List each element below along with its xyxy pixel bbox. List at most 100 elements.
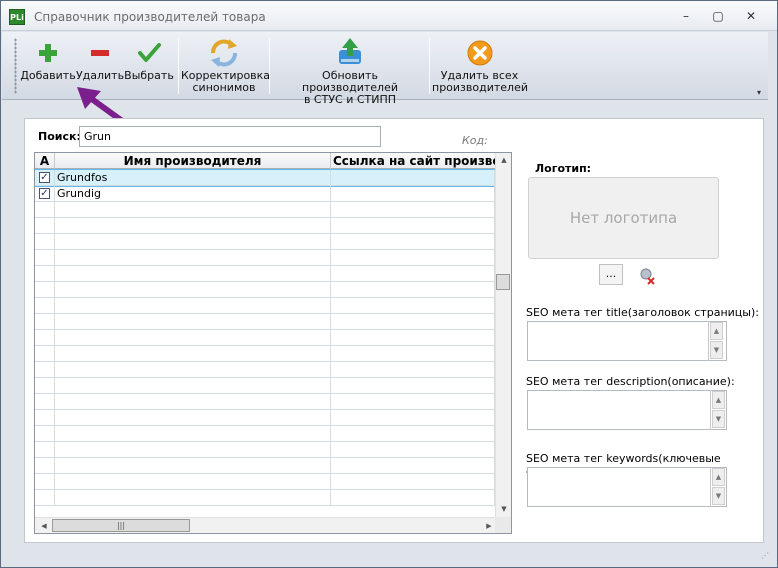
row-check-cell[interactable]: [35, 282, 55, 297]
row-check-cell[interactable]: [35, 426, 55, 441]
resize-grip-icon[interactable]: ⋰: [761, 551, 771, 561]
row-name-cell[interactable]: [55, 378, 331, 393]
row-check-cell[interactable]: [35, 218, 55, 233]
browse-logo-button[interactable]: ...: [599, 264, 623, 285]
table-row[interactable]: [35, 250, 495, 266]
row-url-cell[interactable]: [331, 234, 495, 249]
search-input[interactable]: [79, 126, 381, 147]
grid-vertical-scrollbar[interactable]: ▲ ▼: [495, 153, 511, 517]
add-button[interactable]: Добавить: [19, 34, 77, 98]
row-name-cell[interactable]: [55, 394, 331, 409]
column-header-url[interactable]: Ссылка на сайт производителя: [331, 153, 497, 169]
row-url-cell[interactable]: [331, 170, 495, 185]
row-url-cell[interactable]: [331, 186, 495, 201]
seo-description-field[interactable]: [527, 390, 727, 430]
row-url-cell[interactable]: [331, 394, 495, 409]
row-url-cell[interactable]: [331, 426, 495, 441]
row-check-cell[interactable]: [35, 378, 55, 393]
row-url-cell[interactable]: [331, 474, 495, 489]
table-row[interactable]: [35, 218, 495, 234]
horizontal-scroll-thumb[interactable]: |||: [52, 519, 190, 532]
row-name-cell[interactable]: [55, 266, 331, 281]
row-url-cell[interactable]: [331, 314, 495, 329]
row-url-cell[interactable]: [331, 330, 495, 345]
row-check-cell[interactable]: [35, 314, 55, 329]
row-url-cell[interactable]: [331, 282, 495, 297]
row-check-cell[interactable]: ✓: [35, 170, 55, 185]
row-check-cell[interactable]: [35, 250, 55, 265]
table-row[interactable]: [35, 378, 495, 394]
row-url-cell[interactable]: [331, 490, 495, 505]
table-row[interactable]: [35, 346, 495, 362]
row-name-cell[interactable]: Grundig: [55, 186, 331, 201]
row-check-cell[interactable]: [35, 346, 55, 361]
row-url-cell[interactable]: [331, 362, 495, 377]
row-check-cell[interactable]: [35, 202, 55, 217]
row-name-cell[interactable]: [55, 282, 331, 297]
seo-description-scroll[interactable]: ▲ ▼: [710, 390, 726, 430]
seo-description-up-icon[interactable]: ▲: [712, 391, 725, 409]
vertical-scroll-thumb[interactable]: [496, 274, 510, 290]
row-name-cell[interactable]: [55, 458, 331, 473]
scroll-left-icon[interactable]: ◀: [36, 520, 52, 532]
table-row[interactable]: [35, 490, 495, 506]
row-check-cell[interactable]: [35, 442, 55, 457]
table-row[interactable]: ✓ Grundig: [35, 186, 495, 202]
table-row[interactable]: [35, 314, 495, 330]
minimize-button[interactable]: –: [673, 7, 699, 25]
row-name-cell[interactable]: [55, 426, 331, 441]
row-url-cell[interactable]: [331, 250, 495, 265]
delete-all-button[interactable]: Удалить всех производителей: [432, 34, 528, 98]
column-header-name[interactable]: Имя производителя: [55, 153, 331, 169]
seo-title-down-icon[interactable]: ▼: [710, 341, 723, 359]
table-row[interactable]: [35, 426, 495, 442]
row-url-cell[interactable]: [331, 266, 495, 281]
scroll-down-icon[interactable]: ▼: [496, 503, 511, 515]
seo-keywords-down-icon[interactable]: ▼: [712, 487, 725, 505]
table-row[interactable]: [35, 202, 495, 218]
row-check-cell[interactable]: [35, 474, 55, 489]
toolbar-overflow-icon[interactable]: ▾: [757, 88, 766, 98]
row-url-cell[interactable]: [331, 442, 495, 457]
seo-title-up-icon[interactable]: ▲: [710, 322, 723, 340]
seo-keywords-up-icon[interactable]: ▲: [712, 468, 725, 486]
row-url-cell[interactable]: [331, 218, 495, 233]
row-check-cell[interactable]: [35, 410, 55, 425]
row-check-cell[interactable]: [35, 266, 55, 281]
remove-logo-icon[interactable]: [638, 267, 656, 285]
row-url-cell[interactable]: [331, 378, 495, 393]
close-button[interactable]: ✕: [738, 7, 764, 25]
row-name-cell[interactable]: [55, 410, 331, 425]
row-name-cell[interactable]: [55, 490, 331, 505]
grid-horizontal-scrollbar[interactable]: ◀ ||| ▶: [35, 517, 495, 533]
row-url-cell[interactable]: [331, 298, 495, 313]
row-check-cell[interactable]: [35, 298, 55, 313]
table-row[interactable]: [35, 458, 495, 474]
column-header-a[interactable]: А: [35, 153, 55, 169]
row-checkbox[interactable]: ✓: [39, 188, 50, 199]
seo-keywords-scroll[interactable]: ▲ ▼: [710, 467, 726, 507]
table-row[interactable]: [35, 362, 495, 378]
table-row[interactable]: [35, 474, 495, 490]
row-name-cell[interactable]: [55, 346, 331, 361]
table-row[interactable]: ✓ Grundfos: [35, 169, 496, 187]
table-row[interactable]: [35, 234, 495, 250]
row-check-cell[interactable]: [35, 330, 55, 345]
row-url-cell[interactable]: [331, 202, 495, 217]
row-name-cell[interactable]: [55, 218, 331, 233]
row-check-cell[interactable]: ✓: [35, 186, 55, 201]
row-name-cell[interactable]: [55, 474, 331, 489]
scroll-up-icon[interactable]: ▲: [496, 154, 511, 166]
seo-description-down-icon[interactable]: ▼: [712, 410, 725, 428]
row-check-cell[interactable]: [35, 394, 55, 409]
table-row[interactable]: [35, 442, 495, 458]
table-row[interactable]: [35, 330, 495, 346]
row-checkbox[interactable]: ✓: [39, 172, 50, 183]
table-row[interactable]: [35, 410, 495, 426]
seo-title-scroll[interactable]: ▲ ▼: [708, 321, 724, 361]
row-name-cell[interactable]: [55, 250, 331, 265]
table-row[interactable]: [35, 266, 495, 282]
row-name-cell[interactable]: [55, 234, 331, 249]
row-url-cell[interactable]: [331, 410, 495, 425]
row-name-cell[interactable]: [55, 202, 331, 217]
